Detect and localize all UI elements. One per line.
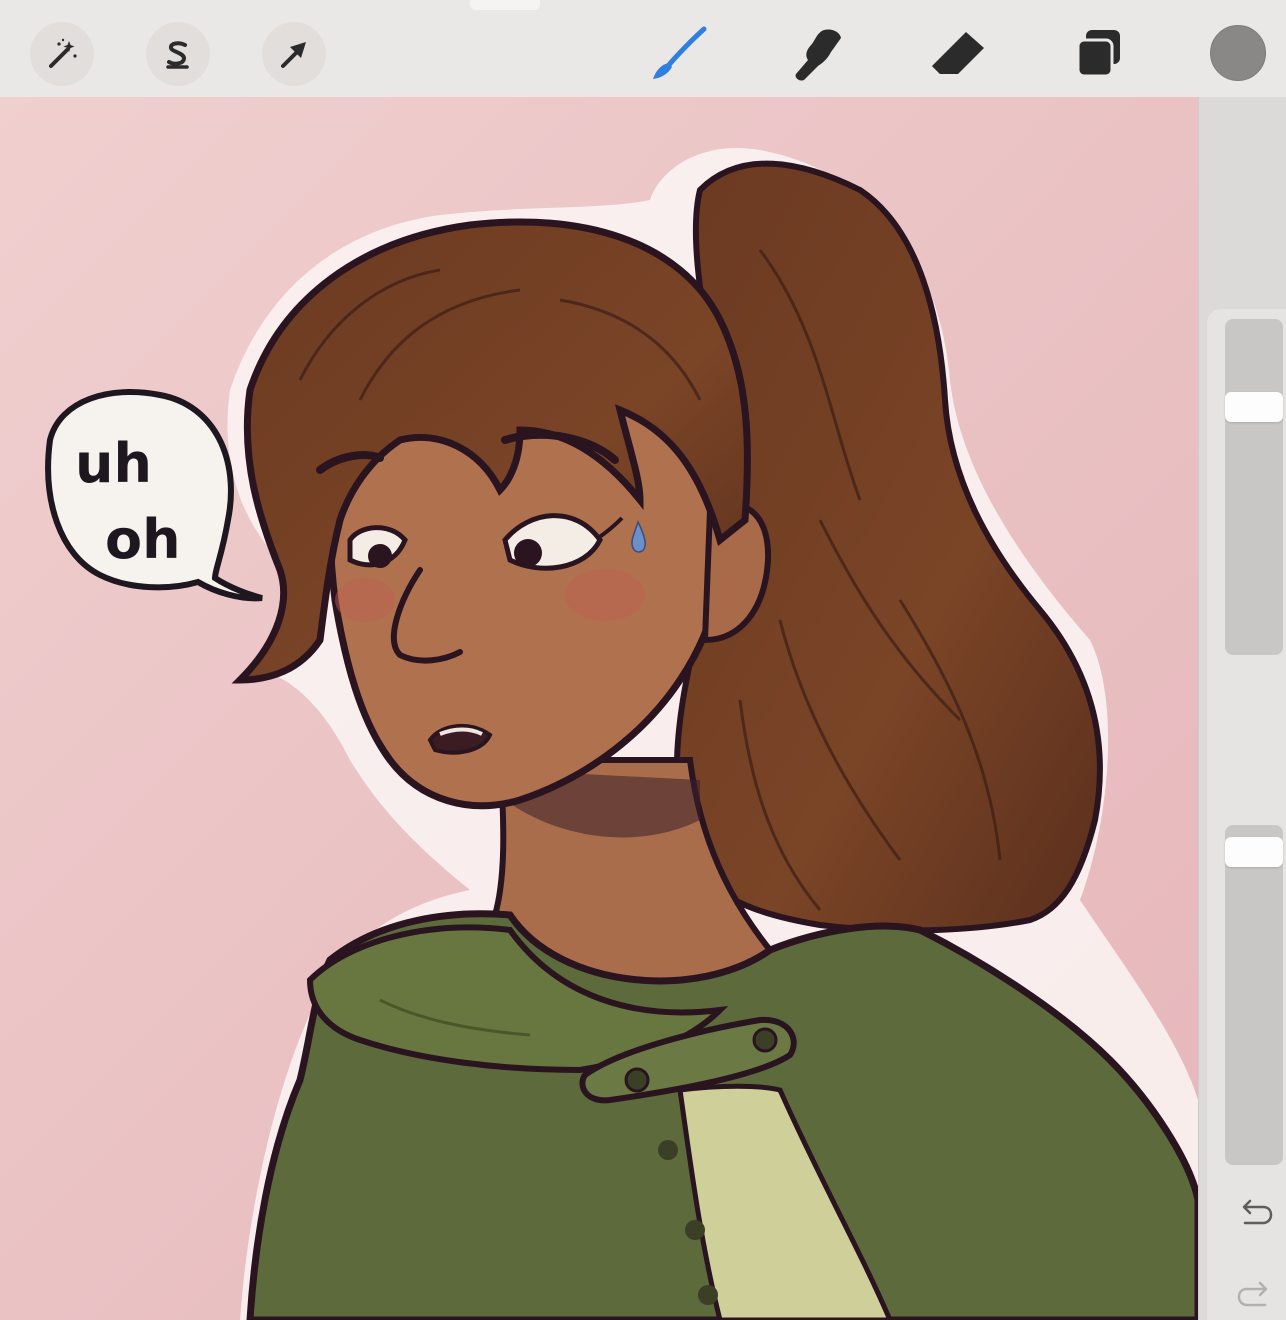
smudge-hand-icon	[795, 29, 841, 81]
sidebar-panel	[1207, 309, 1286, 1320]
speech-bubble-line1: uh	[75, 432, 152, 495]
brush-opacity-slider[interactable]	[1225, 825, 1283, 1165]
eraser-icon	[932, 32, 984, 77]
selection-button[interactable]	[146, 22, 210, 86]
undo-arrow-icon	[1242, 1199, 1273, 1225]
artwork: uh oh	[0, 97, 1198, 1320]
brush-opacity-thumb[interactable]	[1225, 837, 1283, 867]
magic-wand-icon	[49, 38, 77, 68]
redo-arrow-icon	[1237, 1281, 1268, 1307]
brush-icon	[653, 26, 707, 79]
top-grabber[interactable]	[470, 0, 540, 10]
brush-size-slider[interactable]	[1225, 319, 1283, 655]
selection-s-icon	[166, 41, 189, 69]
brush-size-thumb[interactable]	[1225, 392, 1283, 422]
right-sidebar	[1198, 97, 1286, 1320]
brush-tool-button[interactable]	[646, 22, 710, 86]
transform-button[interactable]	[262, 22, 326, 86]
redo-button[interactable]	[1235, 1277, 1275, 1311]
color-picker-button[interactable]	[1210, 25, 1266, 81]
layers-button[interactable]	[1066, 22, 1130, 86]
layers-icon	[1076, 30, 1120, 78]
undo-button[interactable]	[1235, 1195, 1275, 1229]
top-toolbar	[0, 0, 1286, 98]
adjustments-button[interactable]	[30, 22, 94, 86]
drawing-canvas[interactable]: uh oh	[0, 97, 1198, 1320]
procreate-app: uh oh	[0, 0, 1286, 1320]
speech-bubble-line2: oh	[105, 508, 181, 571]
eraser-tool-button[interactable]	[926, 22, 990, 86]
arrow-cursor-icon	[281, 42, 306, 68]
smudge-tool-button[interactable]	[786, 22, 850, 86]
